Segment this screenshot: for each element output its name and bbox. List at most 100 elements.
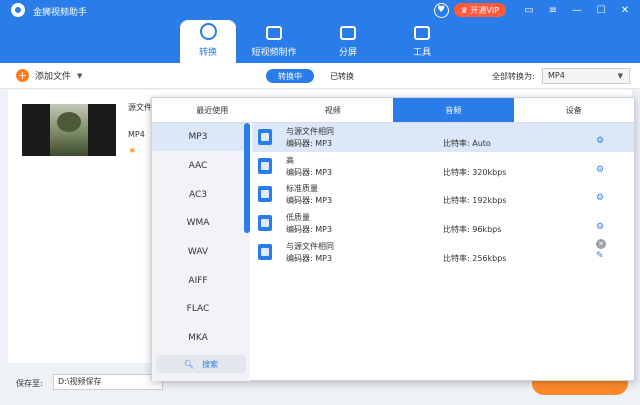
format-list-scrollbar[interactable] [244, 123, 250, 233]
quality-option[interactable]: 与源文件相同 编码器: MP3 比特率: Auto ⚙ [252, 123, 634, 152]
convert-all-select[interactable]: MP4 ▼ [542, 68, 630, 84]
bitrate-prefix: 比特率: [443, 254, 470, 263]
bitrate-value: 96kbps [472, 225, 502, 234]
image-icon [266, 26, 282, 40]
option-name: 标准质量 [286, 184, 318, 193]
add-file-label: 添加文件 [35, 72, 72, 82]
option-bitrate: 比特率: Auto [443, 138, 491, 149]
tab-label: 工具 [412, 48, 431, 58]
tab-tools[interactable]: 工具 [386, 20, 458, 63]
bitrate-prefix: 比特率: [443, 139, 470, 148]
tab-split-screen[interactable]: 分屏 [312, 20, 384, 63]
format-item-ac3[interactable]: AC3 [152, 181, 244, 209]
option-codec: 编码器: MP3 [286, 253, 332, 264]
option-codec: 编码器: MP3 [286, 224, 332, 235]
format-item-aiff[interactable]: AIFF [152, 267, 244, 295]
message-icon[interactable]: ▭ [520, 2, 538, 18]
format-item-aac[interactable]: AAC [152, 152, 244, 180]
bitrate-prefix: 比特率: [443, 168, 470, 177]
convert-all-label: 全部转换为: [492, 72, 535, 81]
bitrate-value: 320kbps [472, 168, 507, 177]
gear-icon[interactable]: ⚙ [596, 136, 604, 146]
toolbox-icon [414, 26, 430, 40]
quality-option[interactable]: 低质量 编码器: MP3 比特率: 96kbps ⚙ [252, 209, 634, 238]
tab-convert[interactable]: 转换 [180, 20, 236, 63]
option-name: 与源文件相同 [286, 127, 334, 136]
app-title: 金狮视频助手 [33, 8, 88, 18]
codec-prefix: 编码器: [286, 225, 313, 234]
gear-icon[interactable]: ⚙ [596, 165, 604, 175]
video-thumbnail[interactable] [22, 104, 116, 156]
title-bar: 金狮视频助手 ♥ ♛ 开通VIP ▭ ≡ — ☐ ✕ 转换 短视频制作 分屏 工… [0, 0, 640, 63]
bitrate-prefix: 比特率: [443, 225, 470, 234]
convert-icon [199, 23, 217, 40]
bitrate-prefix: 比特率: [443, 196, 470, 205]
menu-icon[interactable]: ≡ [544, 2, 562, 18]
tab-video[interactable]: 视频 [273, 98, 394, 122]
quality-option[interactable]: 与源文件相同 编码器: MP3 比特率: 256kbps ✕ ✎ [252, 238, 634, 267]
converting-tab[interactable]: 转换中 [266, 69, 314, 83]
tab-audio[interactable]: 音频 [393, 98, 514, 122]
delete-icon[interactable]: ✕ [596, 239, 606, 249]
heart-icon[interactable]: ♥ [433, 2, 449, 18]
quality-options: 与源文件相同 编码器: MP3 比特率: Auto ⚙ 高 编码器: MP3 比… [252, 123, 634, 381]
app-logo-icon [11, 3, 25, 17]
format-category-tabs: 最近使用 视频 音频 设备 [152, 98, 634, 123]
bitrate-value: 256kbps [472, 254, 507, 263]
add-file-button[interactable]: + 添加文件 ▼ [16, 69, 82, 82]
search-label: 搜索 [202, 359, 219, 369]
user-profile-icon [258, 244, 272, 260]
plus-icon: + [16, 69, 29, 82]
toolbar: + 添加文件 ▼ 转换中 已转换 全部转换为: MP4 ▼ [0, 63, 640, 89]
quality-option[interactable]: 高 编码器: MP3 比特率: 320kbps ⚙ [252, 152, 634, 181]
format-item-flac[interactable]: FLAC [152, 295, 244, 323]
thumbnail-tree [57, 112, 81, 132]
tab-recent[interactable]: 最近使用 [152, 98, 273, 122]
close-icon[interactable]: ✕ [616, 2, 634, 18]
standard-quality-icon [258, 186, 272, 202]
format-item-wav[interactable]: WAV [152, 238, 244, 266]
gear-icon[interactable]: ⚙ [596, 193, 604, 203]
vip-button[interactable]: ♛ 开通VIP [453, 3, 506, 17]
gear-icon[interactable]: ⚙ [596, 222, 604, 232]
save-to-label: 保存至: [16, 379, 43, 388]
window-controls: ♥ ♛ 开通VIP ▭ ≡ — ☐ ✕ [433, 0, 640, 20]
format-item-wma[interactable]: WMA [152, 209, 244, 237]
codec-prefix: 编码器: [286, 254, 313, 263]
search-button[interactable]: 🔍︎ 搜索 [156, 355, 246, 373]
format-popup: 最近使用 视频 音频 设备 MP3 AAC AC3 WMA WAV AIFF F… [151, 97, 635, 381]
option-name: 高 [286, 156, 294, 165]
tab-label: 短视频制作 [251, 48, 297, 58]
crown-icon: ♛ [460, 5, 468, 15]
option-bitrate: 比特率: 256kbps [443, 253, 506, 264]
option-bitrate: 比特率: 320kbps [443, 167, 506, 178]
tab-label: 分屏 [338, 48, 357, 58]
codec-prefix: 编码器: [286, 168, 313, 177]
codec-value: MP3 [315, 168, 333, 177]
maximize-icon[interactable]: ☐ [592, 2, 610, 18]
chevron-down-icon[interactable]: ▼ [77, 72, 82, 80]
file-format-label: MP4 [128, 130, 145, 139]
search-icon: 🔍︎ [183, 359, 195, 369]
vip-label: 开通VIP [470, 5, 499, 15]
format-item-mka[interactable]: MKA [152, 324, 244, 352]
bitrate-value: Auto [472, 139, 491, 148]
option-name: 与源文件相同 [286, 242, 334, 251]
save-path-field[interactable]: D:\视频保存 [53, 374, 163, 390]
tab-device[interactable]: 设备 [514, 98, 635, 122]
converted-tab[interactable]: 已转换 [318, 69, 366, 83]
codec-prefix: 编码器: [286, 196, 313, 205]
format-item-mp3[interactable]: MP3 [152, 123, 244, 151]
option-bitrate: 比特率: 192kbps [443, 195, 506, 206]
bitrate-value: 192kbps [472, 196, 507, 205]
quality-option[interactable]: 标准质量 编码器: MP3 比特率: 192kbps ⚙ [252, 180, 634, 209]
tab-label: 转换 [198, 48, 217, 58]
codec-value: MP3 [315, 225, 333, 234]
edit-icon[interactable]: ✎ [596, 251, 604, 261]
option-name: 低质量 [286, 213, 310, 222]
option-codec: 编码器: MP3 [286, 167, 332, 178]
tab-short-video[interactable]: 短视频制作 [238, 20, 310, 63]
magic-wand-icon[interactable]: ✶ [128, 146, 140, 158]
low-quality-icon [258, 215, 272, 231]
minimize-icon[interactable]: — [568, 2, 586, 18]
